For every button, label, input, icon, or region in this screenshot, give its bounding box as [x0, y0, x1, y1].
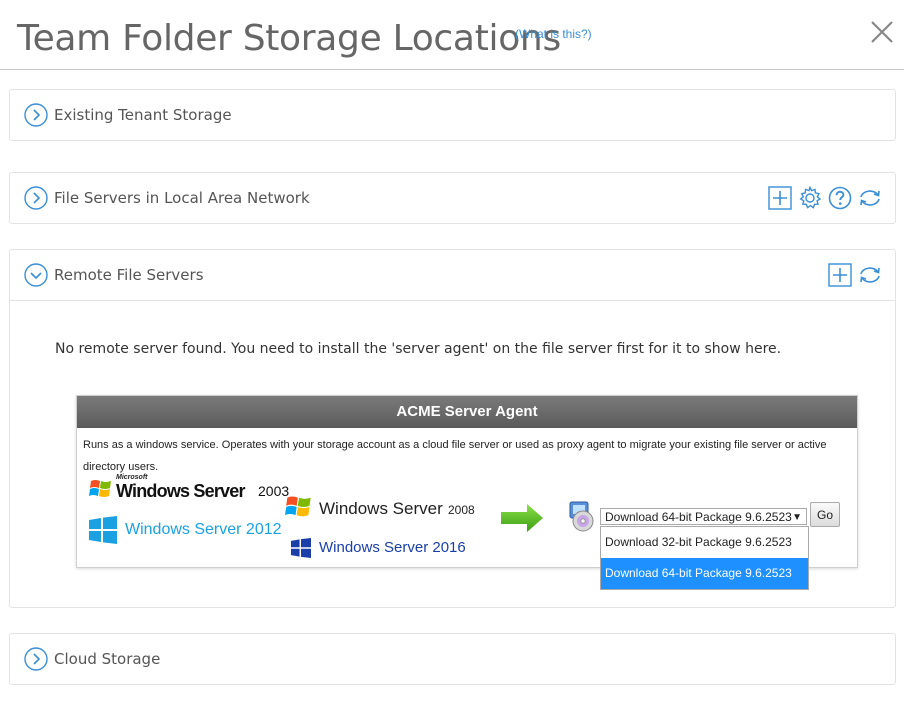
panel-label: File Servers in Local Area Network — [54, 189, 310, 207]
panel-header[interactable]: Cloud Storage — [10, 634, 895, 684]
settings-button[interactable] — [797, 185, 823, 211]
panel-header[interactable]: Remote File Servers — [10, 250, 895, 300]
installer-icon — [569, 501, 594, 532]
panel-existing-tenant-storage: Existing Tenant Storage — [9, 89, 896, 141]
chevron-right-icon[interactable] — [24, 103, 48, 127]
add-button[interactable] — [767, 185, 793, 211]
chevron-right-icon[interactable] — [24, 186, 48, 210]
windows-server-2016-text: Windows Server 2016 — [319, 539, 466, 556]
help-button[interactable] — [827, 185, 853, 211]
panel-remote-file-servers: Remote File Servers No remote server fou… — [9, 249, 896, 608]
close-icon[interactable] — [868, 18, 896, 46]
chevron-right-icon[interactable] — [24, 647, 48, 671]
panel-header[interactable]: Existing Tenant Storage — [10, 90, 895, 140]
dropdown-arrow-icon: ▼ — [792, 512, 802, 523]
windows-flag-icon — [89, 480, 111, 497]
agent-description: Runs as a windows service. Operates with… — [83, 439, 827, 473]
panel-label: Existing Tenant Storage — [54, 106, 232, 124]
no-remote-message: No remote server found. You need to inst… — [55, 341, 782, 357]
windows-server-text: Windows Server — [319, 499, 443, 518]
panel-label: Cloud Storage — [54, 650, 161, 668]
windows-flag-icon — [285, 496, 311, 517]
refresh-button[interactable] — [857, 185, 883, 211]
windows-server-2012-logo: Windows Server 2012 — [89, 516, 289, 544]
gear-icon — [799, 186, 822, 209]
plus-icon — [828, 263, 852, 287]
what-is-this-link[interactable]: (What is this?) — [515, 27, 592, 41]
panel-file-servers-lan: File Servers in Local Area Network — [9, 172, 896, 224]
windows-tiles-icon — [89, 516, 117, 544]
windows-server-2008-logo: Windows Server 2008 — [285, 494, 485, 524]
dialog-header: Team Folder Storage Locations (What is t… — [0, 0, 904, 70]
option-64bit[interactable]: Download 64-bit Package 9.6.2523 — [601, 558, 808, 589]
page-title: Team Folder Storage Locations — [17, 18, 561, 59]
version-text: 2008 — [448, 503, 475, 517]
refresh-icon — [860, 190, 880, 206]
panel-label: Remote File Servers — [54, 266, 204, 284]
panel-header[interactable]: File Servers in Local Area Network — [10, 173, 895, 223]
refresh-button[interactable] — [857, 262, 883, 288]
package-select[interactable]: Download 64-bit Package 9.6.2523 ▼ — [600, 508, 807, 525]
question-icon — [828, 186, 852, 210]
agent-title: ACME Server Agent — [77, 396, 857, 428]
add-button[interactable] — [827, 262, 853, 288]
windows-server-text: Windows Server — [116, 481, 245, 501]
package-dropdown: Download 32-bit Package 9.6.2523 Downloa… — [600, 526, 809, 590]
server-agent-box: ACME Server Agent Runs as a windows serv… — [76, 395, 858, 590]
package-select-value: Download 64-bit Package 9.6.2523 — [605, 510, 792, 524]
windows-server-2012-text: Windows Server 2012 — [125, 521, 282, 538]
panel-toolbar — [767, 185, 883, 211]
plus-icon — [768, 186, 792, 210]
windows-tiles-icon — [291, 538, 311, 558]
windows-server-2016-logo: Windows Server 2016 — [291, 536, 481, 560]
windows-server-2003-logo: Microsoft Windows Server 2003 — [89, 474, 289, 502]
arrow-right-icon — [501, 504, 543, 532]
option-32bit[interactable]: Download 32-bit Package 9.6.2523 — [601, 527, 808, 558]
refresh-icon — [860, 267, 880, 283]
go-button[interactable]: Go — [810, 502, 840, 527]
panel-body: No remote server found. You need to inst… — [10, 300, 895, 606]
panel-toolbar — [827, 262, 883, 288]
microsoft-text: Microsoft — [116, 474, 148, 481]
chevron-down-icon[interactable] — [24, 263, 48, 287]
panel-cloud-storage: Cloud Storage — [9, 633, 896, 685]
